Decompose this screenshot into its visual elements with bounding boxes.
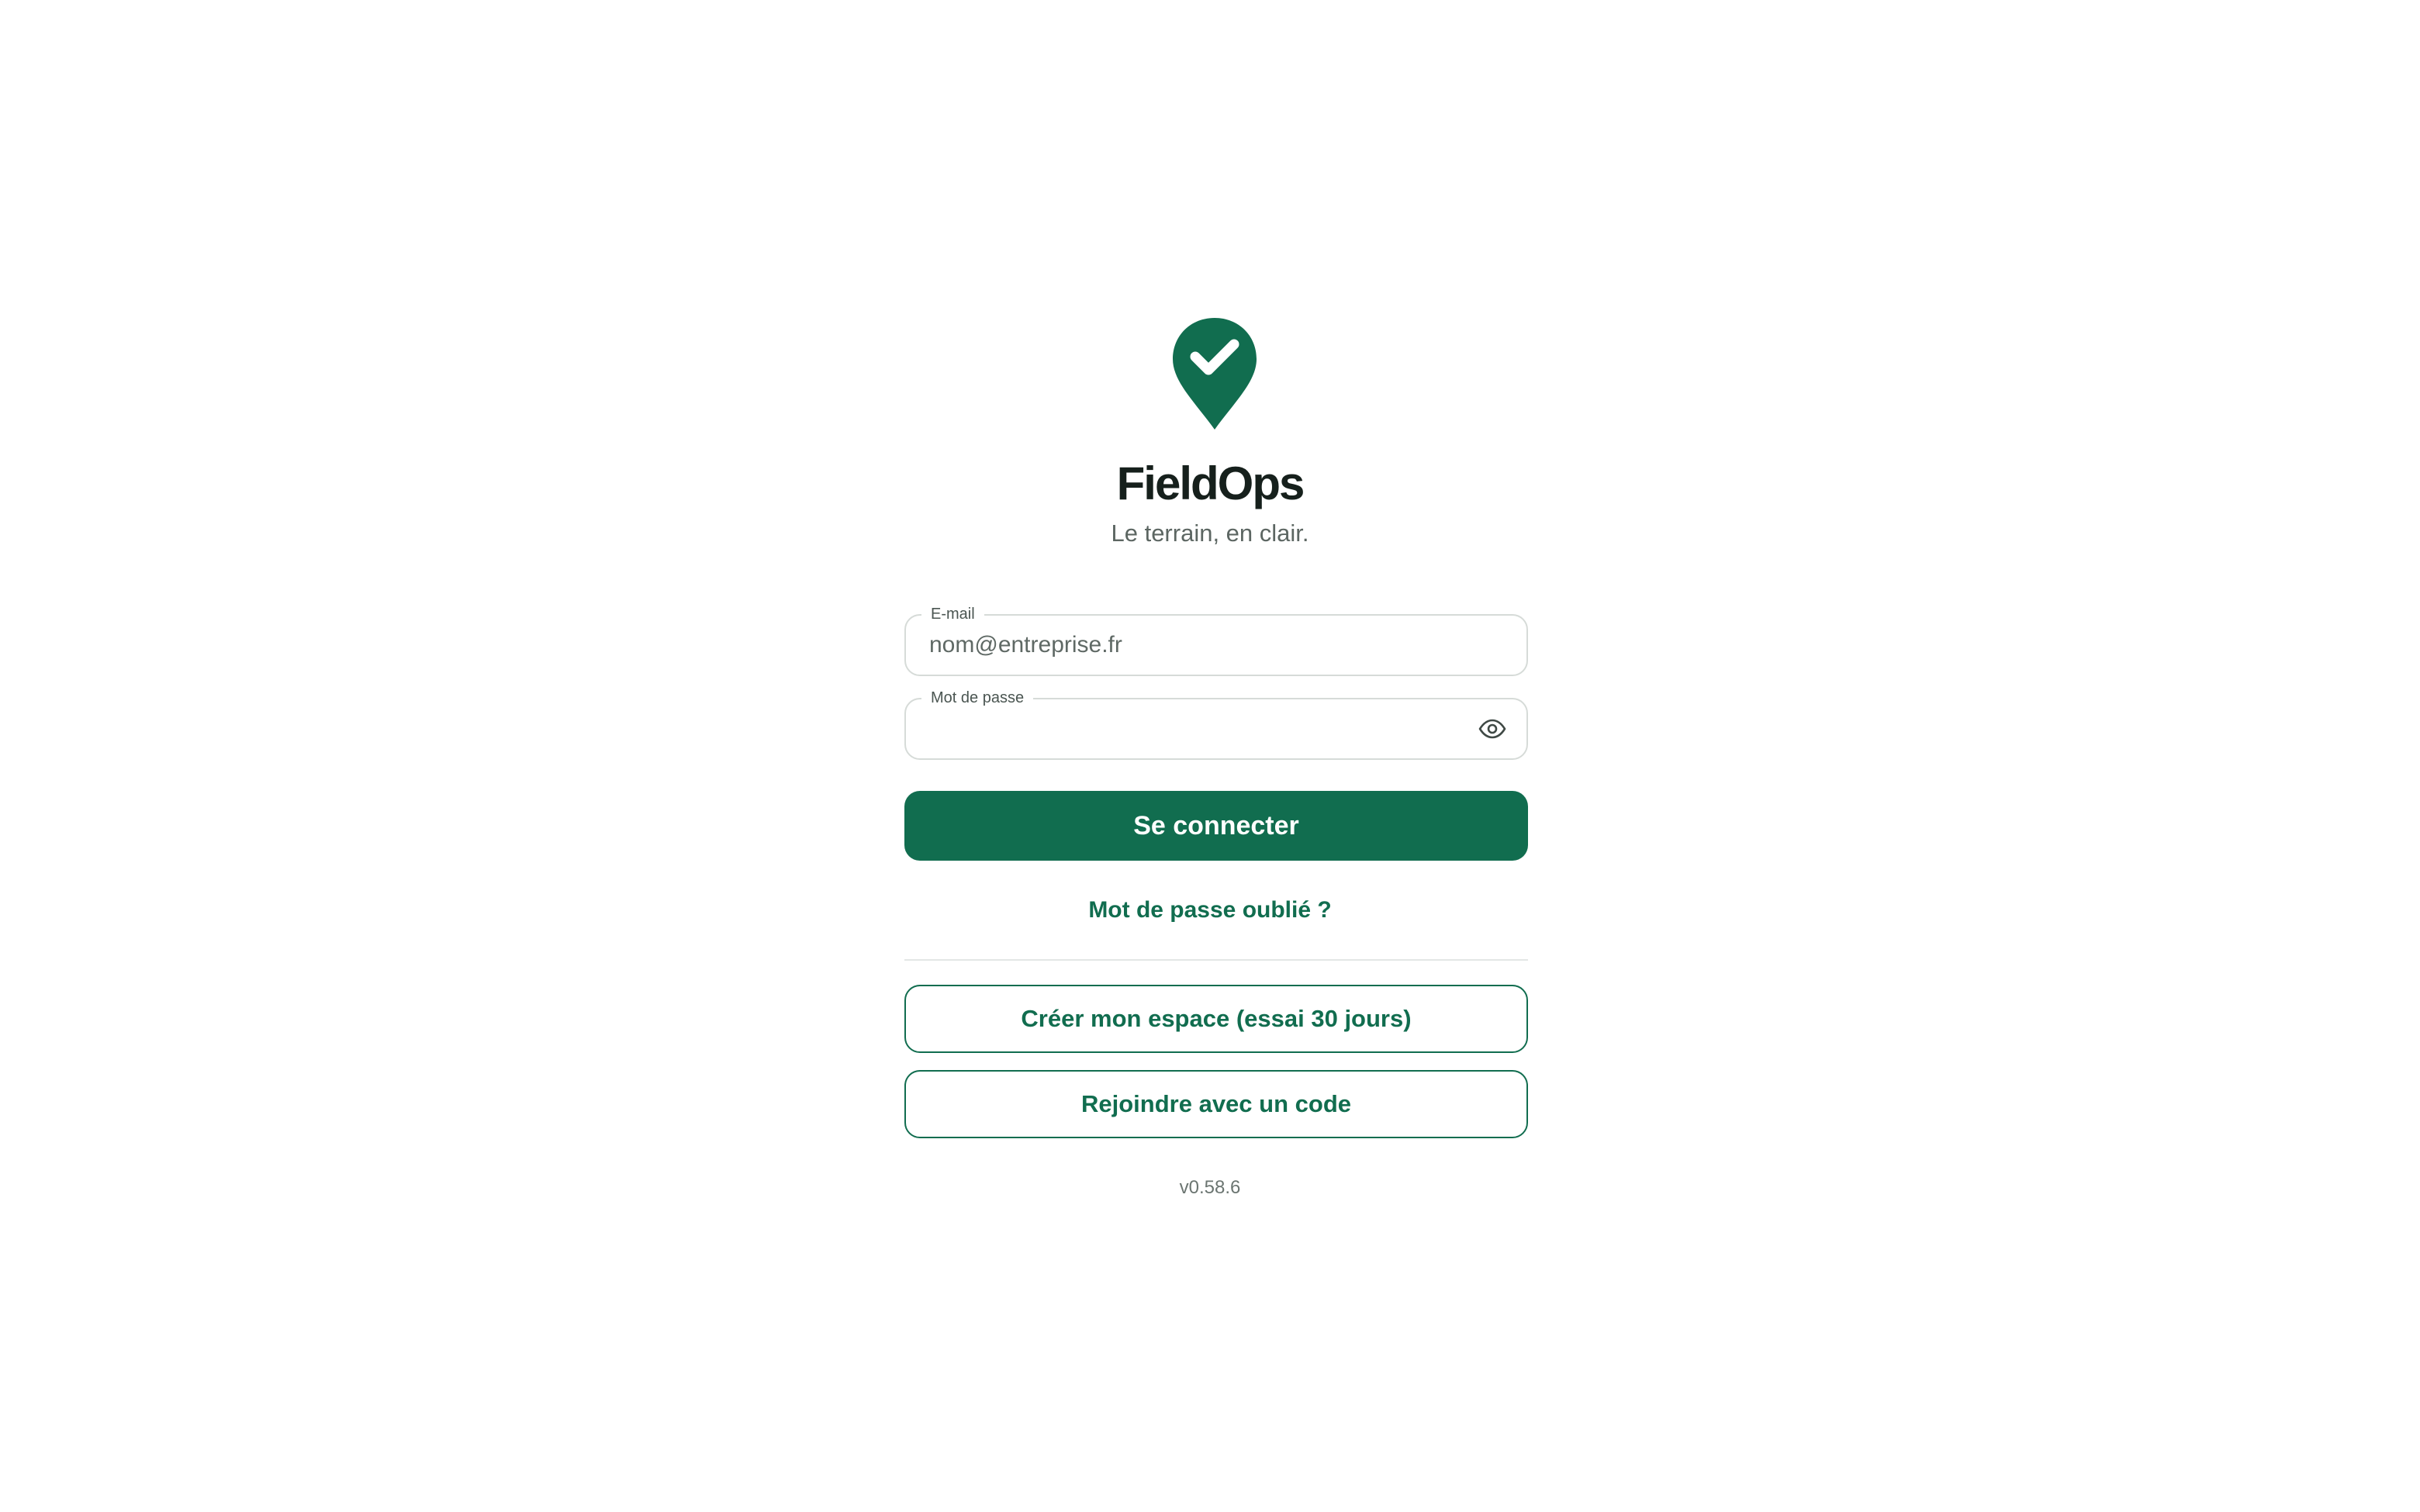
app-tagline: Le terrain, en clair. xyxy=(1111,520,1309,547)
app-name: FieldOps xyxy=(1116,457,1305,509)
map-pin-check-icon xyxy=(1173,318,1257,430)
create-space-button[interactable]: Créer mon espace (essai 30 jours) xyxy=(904,985,1528,1053)
password-field[interactable]: Mot de passe xyxy=(904,687,1528,760)
email-label: E-mail xyxy=(921,603,984,625)
eye-icon[interactable] xyxy=(1475,713,1509,744)
password-input[interactable] xyxy=(929,712,1457,746)
join-with-code-button[interactable]: Rejoindre avec un code xyxy=(904,1070,1528,1138)
email-field[interactable]: E-mail xyxy=(904,603,1528,676)
password-label: Mot de passe xyxy=(921,687,1034,709)
login-page: FieldOps Le terrain, en clair. E-mail Mo… xyxy=(0,0,2420,1512)
app-version: v0.58.6 xyxy=(1179,1177,1241,1198)
login-button[interactable]: Se connecter xyxy=(904,791,1528,861)
email-input[interactable] xyxy=(929,628,1457,662)
divider xyxy=(904,959,1528,961)
forgot-password-link[interactable]: Mot de passe oublié ? xyxy=(0,893,2420,927)
